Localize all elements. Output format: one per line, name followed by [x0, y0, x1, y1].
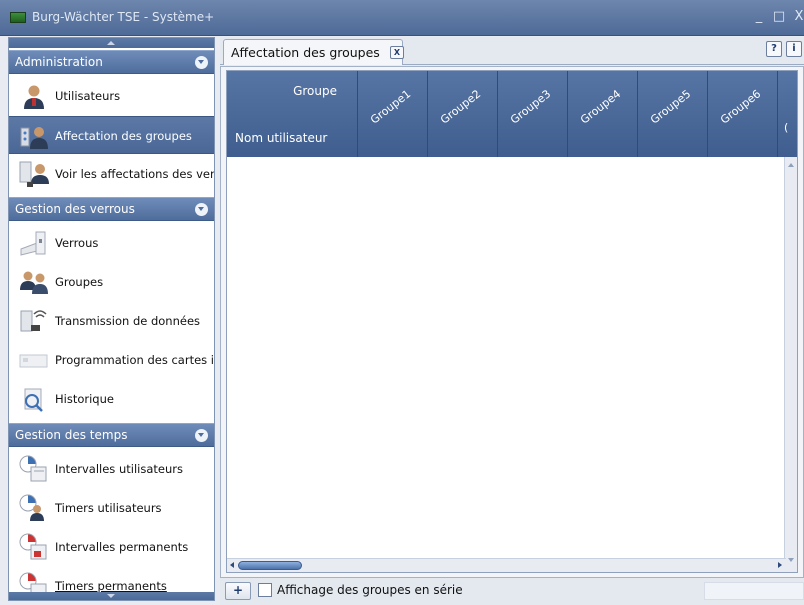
maximize-button[interactable]: □ — [772, 9, 786, 25]
nav-item-label: Groupes — [55, 275, 104, 289]
bottom-toolbar: + Affichage des groupes en série — [220, 578, 804, 605]
horizontal-scrollbar[interactable] — [227, 558, 786, 572]
title-bar: Burg-Wächter TSE - Système+ _ □ X — [0, 0, 804, 36]
column-header-groupe4[interactable]: Groupe4 — [568, 71, 638, 157]
user-timer-icon — [19, 494, 44, 521]
section-label: Gestion des temps — [15, 428, 128, 442]
tab-label: Affectation des groupes — [231, 45, 380, 60]
nav-item-historique[interactable]: Historique — [9, 380, 214, 418]
collapse-icon[interactable] — [195, 429, 208, 442]
navigation-panel: Administration Utilisateurs Affectation … — [8, 37, 215, 601]
tab-bar: Affectation des groupes X ? i — [220, 37, 804, 65]
user-icon — [24, 85, 44, 109]
app-icon — [10, 12, 26, 23]
section-header-gestion-des-temps[interactable]: Gestion des temps — [9, 423, 214, 447]
lock-icon — [20, 231, 46, 256]
nav-item-voir-les-affectations[interactable]: Voir les affectations des verrous — [9, 155, 214, 193]
vertical-scrollbar[interactable] — [784, 157, 797, 572]
nav-item-label: Verrous — [55, 236, 99, 250]
scroll-up-arrow-icon[interactable] — [788, 163, 794, 167]
column-header-label: Groupe3 — [507, 87, 554, 127]
nav-scroll-down-button[interactable] — [9, 592, 214, 600]
nav-item-label: Historique — [55, 392, 114, 406]
status-area — [704, 582, 804, 600]
nav-item-programmation-des-cartes[interactable]: Programmation des cartes intelligentes — [9, 341, 214, 379]
column-header-label: Groupe2 — [437, 87, 484, 127]
column-header-groupe6[interactable]: Groupe6 — [708, 71, 778, 157]
smart-card-icon — [19, 354, 48, 368]
nav-item-label: Timers utilisateurs — [55, 501, 162, 515]
column-header-label: Groupe1 — [367, 87, 414, 127]
nav-item-label: Timers permanents — [55, 579, 167, 593]
nav-item-transmission-de-donnees[interactable]: Transmission de données — [9, 302, 214, 340]
column-header-groupe3[interactable]: Groupe3 — [498, 71, 568, 157]
history-icon — [24, 388, 43, 412]
nav-item-intervalles-utilisateurs[interactable]: Intervalles utilisateurs — [9, 450, 214, 488]
corner-user-label: Nom utilisateur — [235, 131, 328, 145]
lock-assignment-icon — [19, 161, 49, 187]
nav-item-intervalles-permanents[interactable]: Intervalles permanents — [9, 528, 214, 566]
window-title: Burg-Wächter TSE - Système+ — [32, 10, 215, 24]
section-label: Administration — [15, 55, 103, 69]
nav-item-label: Utilisateurs — [55, 89, 121, 103]
group-assignment-panel: Groupe Nom utilisateur Groupe1 Groupe2 G… — [220, 66, 804, 578]
corner-group-label: Groupe — [293, 84, 337, 98]
scroll-down-arrow-icon[interactable] — [788, 558, 794, 562]
scroll-left-arrow-icon[interactable] — [230, 562, 234, 568]
tab-affectation-des-groupes[interactable]: Affectation des groupes X — [223, 39, 404, 65]
nav-item-verrous[interactable]: Verrous — [9, 224, 214, 262]
nav-item-label: Affectation des groupes — [55, 129, 192, 143]
grid-corner-cell: Groupe Nom utilisateur — [227, 71, 358, 157]
column-header-partial[interactable]: ( — [778, 71, 797, 157]
column-header-label: Groupe4 — [577, 87, 624, 127]
collapse-icon[interactable] — [195, 203, 208, 216]
column-header-groupe5[interactable]: Groupe5 — [638, 71, 708, 157]
column-header-groupe1[interactable]: Groupe1 — [358, 71, 428, 157]
section-header-gestion-des-verrous[interactable]: Gestion des verrous — [9, 197, 214, 221]
nav-item-label: Intervalles utilisateurs — [55, 462, 183, 476]
close-button[interactable]: X — [792, 9, 804, 25]
nav-item-label: Transmission de données — [55, 314, 201, 328]
nav-scroll-up-button[interactable] — [9, 38, 214, 48]
column-header-label: ( — [784, 121, 789, 134]
horizontal-scroll-thumb[interactable] — [238, 561, 302, 570]
minimize-button[interactable]: _ — [752, 9, 766, 25]
data-transmission-icon — [20, 310, 47, 332]
tab-close-button[interactable]: X — [390, 46, 404, 59]
column-header-groupe2[interactable]: Groupe2 — [428, 71, 498, 157]
groups-icon — [20, 271, 48, 294]
group-assignment-icon — [20, 127, 48, 149]
info-button[interactable]: i — [786, 41, 802, 57]
permanent-interval-icon — [19, 533, 47, 560]
column-header-label: Groupe6 — [717, 87, 764, 127]
user-interval-icon — [19, 455, 47, 482]
serial-display-label: Affichage des groupes en série — [277, 583, 463, 597]
nav-item-affectation-des-groupes[interactable]: Affectation des groupes — [9, 116, 214, 154]
scroll-right-arrow-icon[interactable] — [778, 562, 782, 568]
serial-display-checkbox[interactable] — [258, 583, 272, 597]
nav-item-utilisateurs[interactable]: Utilisateurs — [9, 77, 214, 115]
help-button[interactable]: ? — [766, 41, 782, 57]
grid-header: Groupe Nom utilisateur Groupe1 Groupe2 G… — [227, 71, 797, 157]
group-assignment-grid[interactable]: Groupe Nom utilisateur Groupe1 Groupe2 G… — [226, 70, 798, 573]
section-label: Gestion des verrous — [15, 202, 135, 216]
nav-item-label: Programmation des cartes intelligentes — [55, 353, 214, 367]
nav-item-groupes[interactable]: Groupes — [9, 263, 214, 301]
add-button[interactable]: + — [225, 582, 251, 600]
nav-item-timers-utilisateurs[interactable]: Timers utilisateurs — [9, 489, 214, 527]
nav-item-label: Intervalles permanents — [55, 540, 189, 554]
section-header-administration[interactable]: Administration — [9, 50, 214, 74]
nav-item-label: Voir les affectations des verrous — [55, 167, 214, 181]
collapse-icon[interactable] — [195, 56, 208, 69]
column-header-label: Groupe5 — [647, 87, 694, 127]
